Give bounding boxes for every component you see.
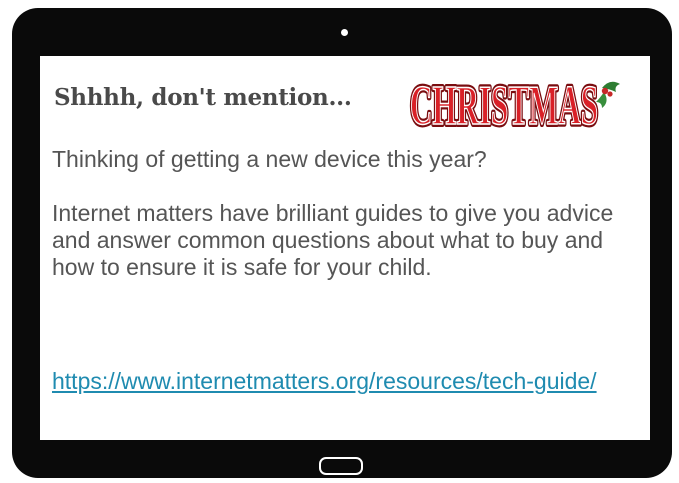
camera-icon [341, 29, 348, 36]
christmas-logo: CHRISTMAS CHRISTMAS [407, 72, 620, 134]
body-text: Thinking of getting a new device this ye… [52, 146, 642, 308]
intro-question: Thinking of getting a new device this ye… [52, 146, 487, 172]
description-paragraph: Internet matters have brilliant guides t… [52, 200, 614, 280]
tech-guide-link[interactable]: https://www.internetmatters.org/resource… [52, 368, 642, 395]
holly-icon [596, 81, 620, 108]
tablet-frame: Shhhh, don't mention... CHRISTMAS CHRIST… [12, 8, 672, 478]
headline-row: Shhhh, don't mention... CHRISTMAS CHRIST… [54, 62, 644, 134]
svg-text:CHRISTMAS: CHRISTMAS [410, 75, 598, 134]
home-button[interactable] [319, 457, 363, 475]
tablet-screen: Shhhh, don't mention... CHRISTMAS CHRIST… [40, 56, 650, 440]
page-title: Shhhh, don't mention... [54, 84, 352, 111]
